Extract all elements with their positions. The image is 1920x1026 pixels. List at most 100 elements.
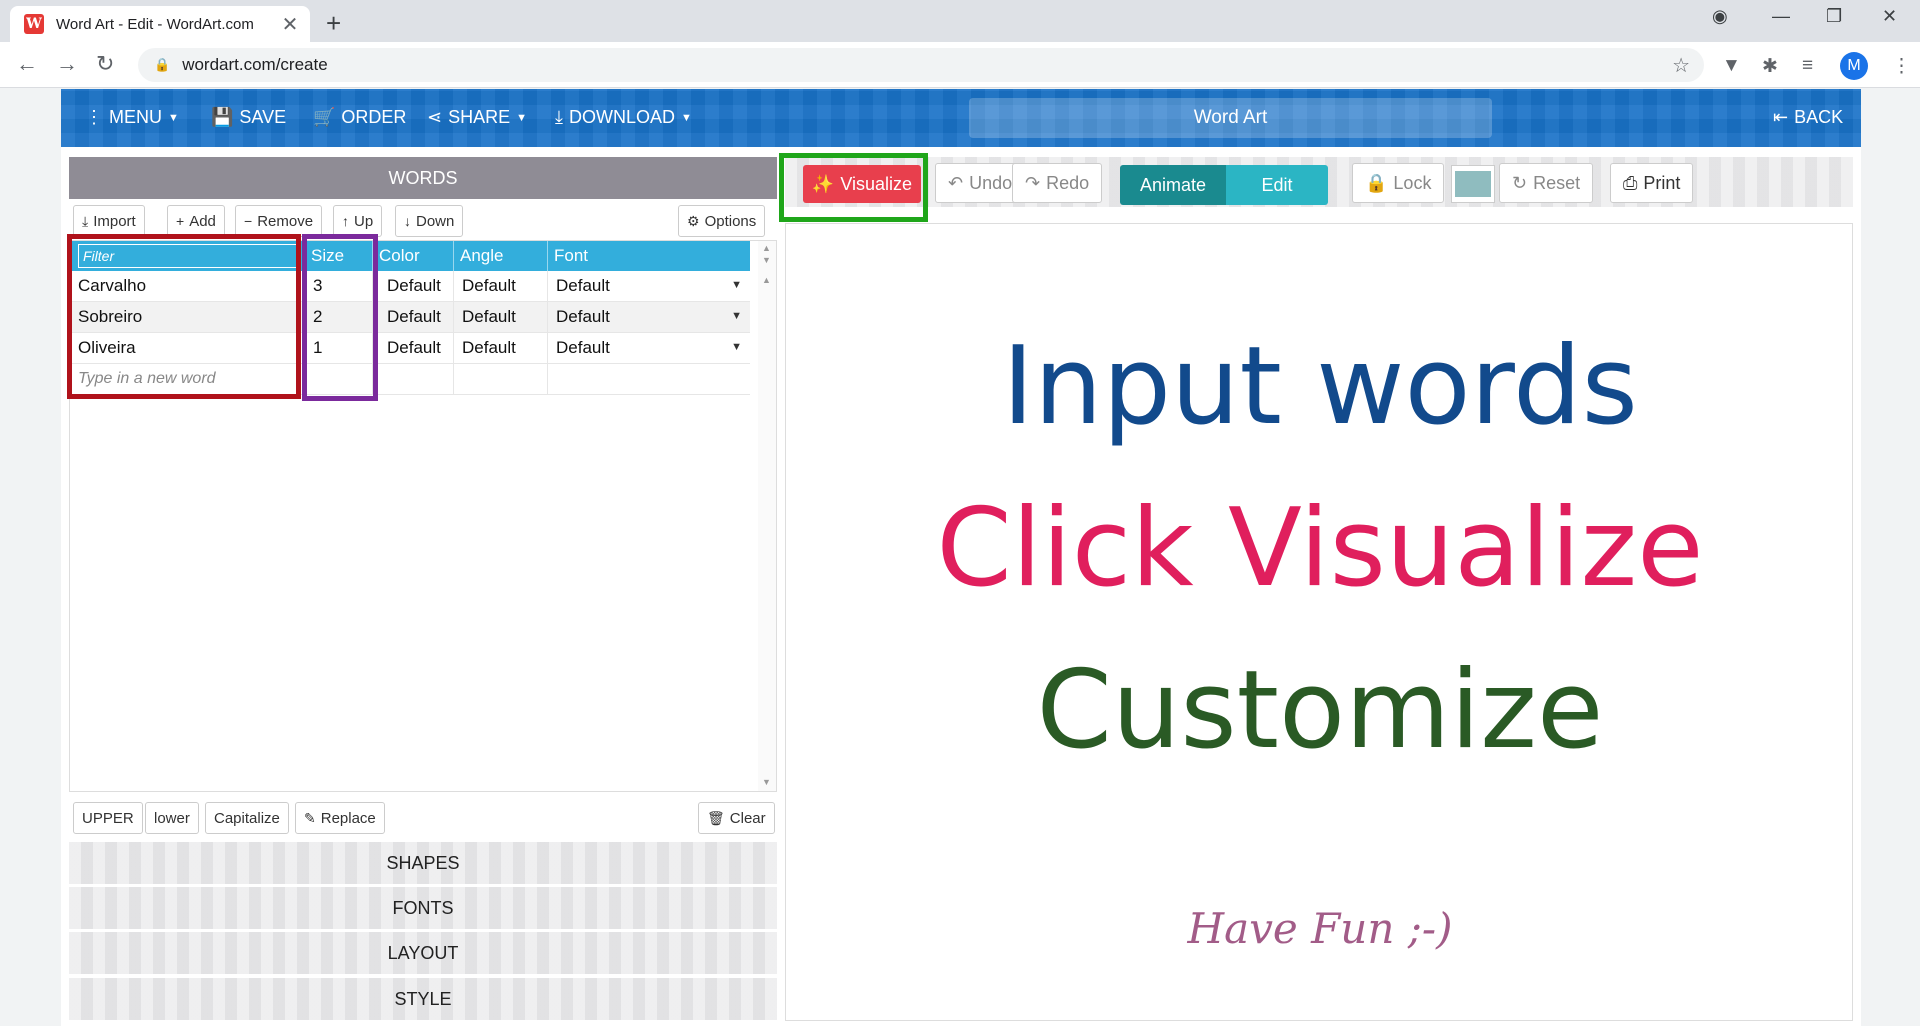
new-tab-icon[interactable]: +	[326, 8, 341, 39]
redo-button[interactable]: ↷ Redo	[1012, 163, 1103, 203]
lock-icon: 🔒	[1365, 172, 1388, 193]
scroll-down-icon[interactable]: ▼	[762, 777, 771, 787]
angle-cell[interactable]: Default	[454, 333, 548, 363]
down-button[interactable]: ↓ Down	[395, 205, 464, 237]
uppercase-button[interactable]: UPPER	[73, 802, 143, 834]
import-icon: ⤓	[82, 212, 89, 229]
up-button[interactable]: ↑ Up	[333, 205, 383, 237]
font-cell[interactable]: Default ▼	[548, 333, 750, 363]
top-navbar: ⋮ MENU ▼ 💾 SAVE 🛒 ORDER ⋖ SHARE ▼ ⤓ DOWN…	[61, 89, 1861, 147]
tab-search-icon[interactable]: ◉	[1712, 6, 1728, 27]
remove-button[interactable]: − Remove	[235, 205, 323, 237]
profile-avatar[interactable]: M	[1840, 52, 1868, 80]
options-label: Options	[704, 212, 757, 230]
edit-icon: ✎	[304, 809, 316, 826]
angle-cell[interactable]	[454, 364, 548, 394]
kebab-icon: ⋮	[85, 107, 103, 127]
share-icon: ⋖	[427, 107, 443, 127]
caret-down-icon: ▼	[680, 111, 692, 124]
reset-button[interactable]: ↻ Reset	[1499, 163, 1594, 203]
font-cell[interactable]	[548, 364, 750, 394]
puzzle-extensions-icon[interactable]: ✱	[1762, 55, 1778, 78]
media-control-icon[interactable]: ≡	[1802, 55, 1813, 77]
scroll-up-icon[interactable]: ▲	[762, 275, 771, 285]
color-cell[interactable]: Default	[373, 302, 454, 332]
browser-tab[interactable]: W Word Art - Edit - WordArt.com ✕	[10, 6, 310, 42]
extension-icon[interactable]: ▼	[1722, 55, 1741, 77]
animate-mode-button[interactable]: Animate	[1120, 165, 1226, 205]
arrow-down-icon: ↓	[404, 213, 411, 229]
redo-icon: ↷	[1025, 172, 1041, 193]
undo-label: Undo	[969, 172, 1013, 193]
kebab-menu-icon[interactable]: ⋮	[1892, 55, 1911, 78]
arrow-up-icon: ↑	[342, 213, 349, 229]
replace-button[interactable]: ✎ Replace	[295, 802, 385, 834]
wordart-app: ⋮ MENU ▼ 💾 SAVE 🛒 ORDER ⋖ SHARE ▼ ⤓ DOWN…	[61, 89, 1861, 1026]
import-button[interactable]: ⤓ Import	[73, 205, 145, 237]
reset-icon: ↻	[1512, 172, 1528, 193]
caret-down-icon: ▼	[168, 111, 179, 124]
download-icon: ⤓	[555, 107, 563, 127]
tab-close-icon[interactable]: ✕	[280, 12, 300, 37]
color-cell[interactable]: Default	[373, 271, 454, 301]
menu-button[interactable]: ⋮ MENU ▼	[85, 107, 179, 128]
cart-icon: 🛒	[313, 107, 336, 127]
url-field[interactable]: 🔒 wordart.com/create ☆	[138, 48, 1704, 82]
gear-icon: ⚙	[687, 212, 700, 229]
options-button[interactable]: ⚙ Options	[678, 205, 766, 237]
scroll-down-icon[interactable]: ▼	[762, 255, 771, 265]
share-label: SHARE	[448, 107, 511, 127]
angle-cell[interactable]: Default	[454, 302, 548, 332]
font-cell[interactable]: Default ▼	[548, 271, 750, 301]
fonts-section-header[interactable]: FONTS	[69, 887, 777, 929]
share-button[interactable]: ⋖ SHARE ▼	[427, 107, 527, 128]
canvas-toolbar: ✨ Visualize ↶ Undo ↷ Redo Animate Edit 🔒…	[785, 157, 1853, 207]
dropdown-caret-icon[interactable]: ▼	[731, 341, 742, 353]
lock-button[interactable]: 🔒 Lock	[1352, 163, 1445, 203]
import-label: Import	[93, 212, 136, 230]
back-button[interactable]: ⇤ BACK	[1773, 107, 1843, 128]
bookmark-star-icon[interactable]: ☆	[1672, 53, 1690, 78]
color-cell[interactable]: Default	[373, 333, 454, 363]
window-close-icon[interactable]: ✕	[1882, 6, 1897, 27]
forward-arrow-icon[interactable]: →	[56, 51, 78, 77]
text-case-toolbar: UPPER lower Capitalize ✎ Replace 🗑 Clear	[69, 800, 777, 836]
clear-button[interactable]: 🗑 Clear	[698, 802, 775, 834]
add-button[interactable]: + Add	[167, 205, 225, 237]
order-button[interactable]: 🛒 ORDER	[313, 107, 406, 128]
restore-icon[interactable]: ❐	[1826, 6, 1842, 27]
lowercase-button[interactable]: lower	[145, 802, 199, 834]
undo-icon: ↶	[948, 172, 964, 193]
capitalize-button[interactable]: Capitalize	[205, 802, 289, 834]
dropdown-caret-icon[interactable]: ▼	[731, 310, 742, 322]
reload-icon[interactable]: ↻	[96, 51, 114, 77]
lock-label: Lock	[1393, 172, 1432, 193]
design-title-field[interactable]: Word Art	[969, 98, 1492, 138]
save-button[interactable]: 💾 SAVE	[211, 107, 286, 128]
minus-icon: −	[244, 213, 253, 229]
plus-icon: +	[176, 213, 185, 229]
edit-mode-button[interactable]: Edit	[1226, 165, 1328, 205]
angle-column-header[interactable]: Angle	[454, 241, 548, 271]
words-section-header[interactable]: WORDS	[69, 157, 777, 199]
layout-section-header[interactable]: LAYOUT	[69, 932, 777, 974]
dropdown-caret-icon[interactable]: ▼	[731, 279, 742, 291]
table-scrollbar[interactable]: ▲ ▼ ▲ ▼	[758, 241, 776, 791]
scroll-up-icon[interactable]: ▲	[762, 243, 771, 253]
style-section-header[interactable]: STYLE	[69, 978, 777, 1020]
caret-down-icon: ▼	[516, 111, 527, 124]
background-color-swatch[interactable]	[1451, 165, 1495, 203]
tab-title: Word Art - Edit - WordArt.com	[56, 15, 254, 33]
color-column-header[interactable]: Color	[373, 241, 454, 271]
print-button[interactable]: ⎙ Print	[1610, 163, 1694, 203]
shapes-section-header[interactable]: SHAPES	[69, 842, 777, 884]
word-art-canvas[interactable]: Input words Click Visualize Customize Ha…	[785, 223, 1853, 1021]
download-button[interactable]: ⤓ DOWNLOAD ▼	[555, 107, 692, 128]
color-cell[interactable]	[373, 364, 454, 394]
font-cell[interactable]: Default ▼	[548, 302, 750, 332]
font-column-header[interactable]: Font	[548, 241, 750, 271]
clear-label: Clear	[729, 809, 766, 827]
back-arrow-icon[interactable]: ←	[16, 51, 38, 77]
angle-cell[interactable]: Default	[454, 271, 548, 301]
minimize-icon[interactable]: —	[1772, 6, 1790, 27]
